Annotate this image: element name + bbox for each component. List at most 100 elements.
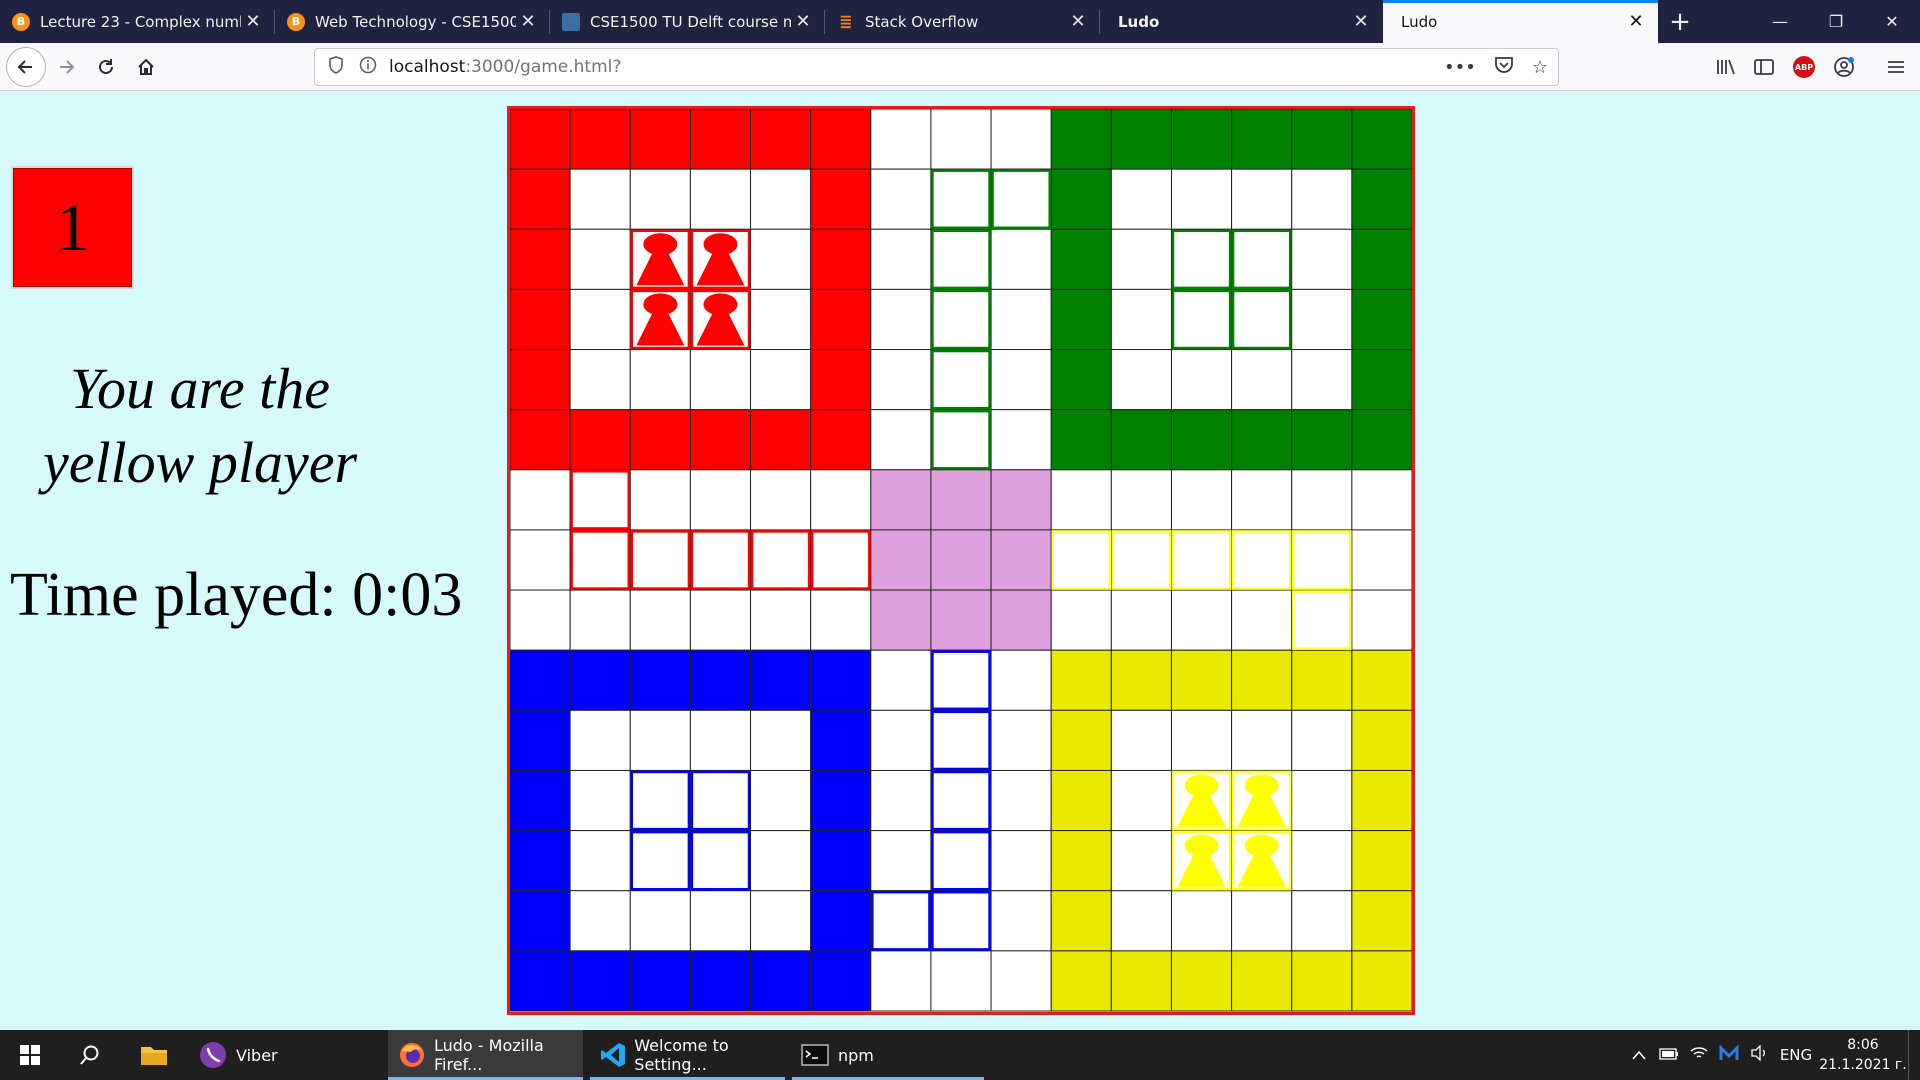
board-cell [1050,469,1112,531]
tab-strip: B Lecture 23 - Complex numbers ✕ B Web T… [0,0,1920,43]
brightspace-icon: B [12,12,30,31]
board-cell [510,769,571,832]
board-cell [569,709,631,771]
tracking-shield-icon[interactable] [325,56,347,78]
board-cell [510,349,571,411]
board-cell [810,409,872,471]
board-cell [1050,228,1112,290]
tab-web-technology[interactable]: B Web Technology - CSE1500 Web ✕ [275,0,550,43]
board-cell [1231,168,1293,230]
new-tab-button[interactable]: + [1660,0,1700,43]
board-cell [930,890,992,952]
info-icon[interactable] [357,56,379,78]
close-icon[interactable]: ✕ [241,11,265,32]
tab-ludo-active[interactable]: Ludo ✕ [1383,0,1658,43]
tab-title: Ludo [1401,12,1438,31]
board-cell [1050,649,1112,711]
menu-icon[interactable] [1882,53,1910,81]
minimize-icon[interactable]: — [1752,0,1808,43]
board-cell [870,168,932,230]
window-close-icon[interactable]: ✕ [1864,0,1920,43]
board-cell [569,109,631,170]
close-icon[interactable]: ✕ [1624,11,1648,32]
firefox-icon [398,1040,426,1070]
url-text[interactable]: localhost:3000/game.html? [389,57,621,77]
board-cell [1170,950,1233,1012]
board-cell [1351,228,1412,290]
taskbar-npm[interactable]: npm [792,1030,984,1080]
board-cell [1110,469,1172,531]
ludo-board-grid[interactable] [510,109,1412,1012]
board-cell [1351,349,1412,411]
malwarebytes-icon[interactable] [1714,1044,1744,1065]
board-cell [1170,890,1233,952]
taskbar-app-label: npm [838,1045,874,1065]
viber-icon [198,1040,228,1070]
sidebar-icon[interactable] [1750,53,1778,81]
taskbar-firefox[interactable]: Ludo - Mozilla Firef... [388,1030,583,1080]
board-cell [990,769,1052,832]
search-icon[interactable] [60,1030,120,1080]
vscode-icon [600,1040,626,1070]
battery-icon[interactable] [1654,1046,1684,1064]
board-cell [569,288,631,351]
board-cell [750,709,812,771]
account-icon[interactable] [1830,53,1858,81]
board-cell [1110,950,1172,1012]
board-cell [870,830,932,892]
board-cell [629,709,691,771]
board-cell [569,469,631,531]
dice[interactable]: 1 [11,166,134,289]
board-cell [689,589,752,651]
close-icon[interactable]: ✕ [1349,11,1373,32]
taskbar-vscode[interactable]: Welcome to Setting... [590,1030,785,1080]
language-indicator[interactable]: ENG [1774,1046,1818,1064]
windows-start-icon[interactable] [0,1030,60,1080]
file-explorer-icon[interactable] [124,1030,184,1080]
wifi-icon[interactable] [1684,1045,1714,1065]
ludo-board [507,106,1415,1015]
forward-icon[interactable] [48,49,84,85]
board-cell [810,288,872,351]
clock[interactable]: 8:06 21.1.2021 г. [1818,1035,1908,1075]
board-cell [810,709,872,771]
board-cell [1050,589,1112,651]
restore-icon[interactable]: ❐ [1808,0,1864,43]
board-cell [629,769,691,832]
board-cell [750,168,812,230]
navigation-toolbar: localhost:3000/game.html? ••• ☆ ABP [0,43,1920,91]
board-cell [750,349,812,411]
tab-ludo-1[interactable]: Ludo ✕ [1100,0,1383,43]
board-cell [810,890,872,952]
board-cell [810,529,872,591]
board-cell [750,830,812,892]
board-cell [1050,168,1112,230]
close-icon[interactable]: ✕ [791,11,815,32]
board-cell [930,529,992,591]
bookmark-star-icon[interactable]: ☆ [1532,57,1548,78]
tab-lecture-23[interactable]: B Lecture 23 - Complex numbers ✕ [0,0,275,43]
tab-stack-overflow[interactable]: ≣ Stack Overflow ✕ [825,0,1100,43]
pocket-icon[interactable] [1494,56,1514,79]
board-cell [1351,589,1412,651]
show-desktop-button[interactable] [1908,1030,1920,1080]
close-icon[interactable]: ✕ [1066,11,1090,32]
page-actions-icon[interactable]: ••• [1444,57,1476,78]
adblock-plus-icon[interactable]: ABP [1790,53,1818,81]
home-icon[interactable] [128,49,164,85]
volume-icon[interactable] [1744,1044,1774,1065]
back-icon[interactable] [6,47,46,87]
url-bar[interactable]: localhost:3000/game.html? ••• ☆ [314,48,1559,86]
board-cell [629,589,691,651]
taskbar-viber[interactable]: Viber [190,1030,380,1080]
library-icon[interactable] [1712,53,1740,81]
board-cell [689,649,752,711]
tab-course-material[interactable]: CSE1500 TU Delft course mate ✕ [550,0,825,43]
chevron-up-icon[interactable] [1624,1046,1654,1064]
board-cell [990,469,1052,531]
board-cell [1110,890,1172,952]
board-cell [1110,830,1172,892]
reload-icon[interactable] [88,49,124,85]
close-icon[interactable]: ✕ [516,11,540,32]
board-cell [810,349,872,411]
